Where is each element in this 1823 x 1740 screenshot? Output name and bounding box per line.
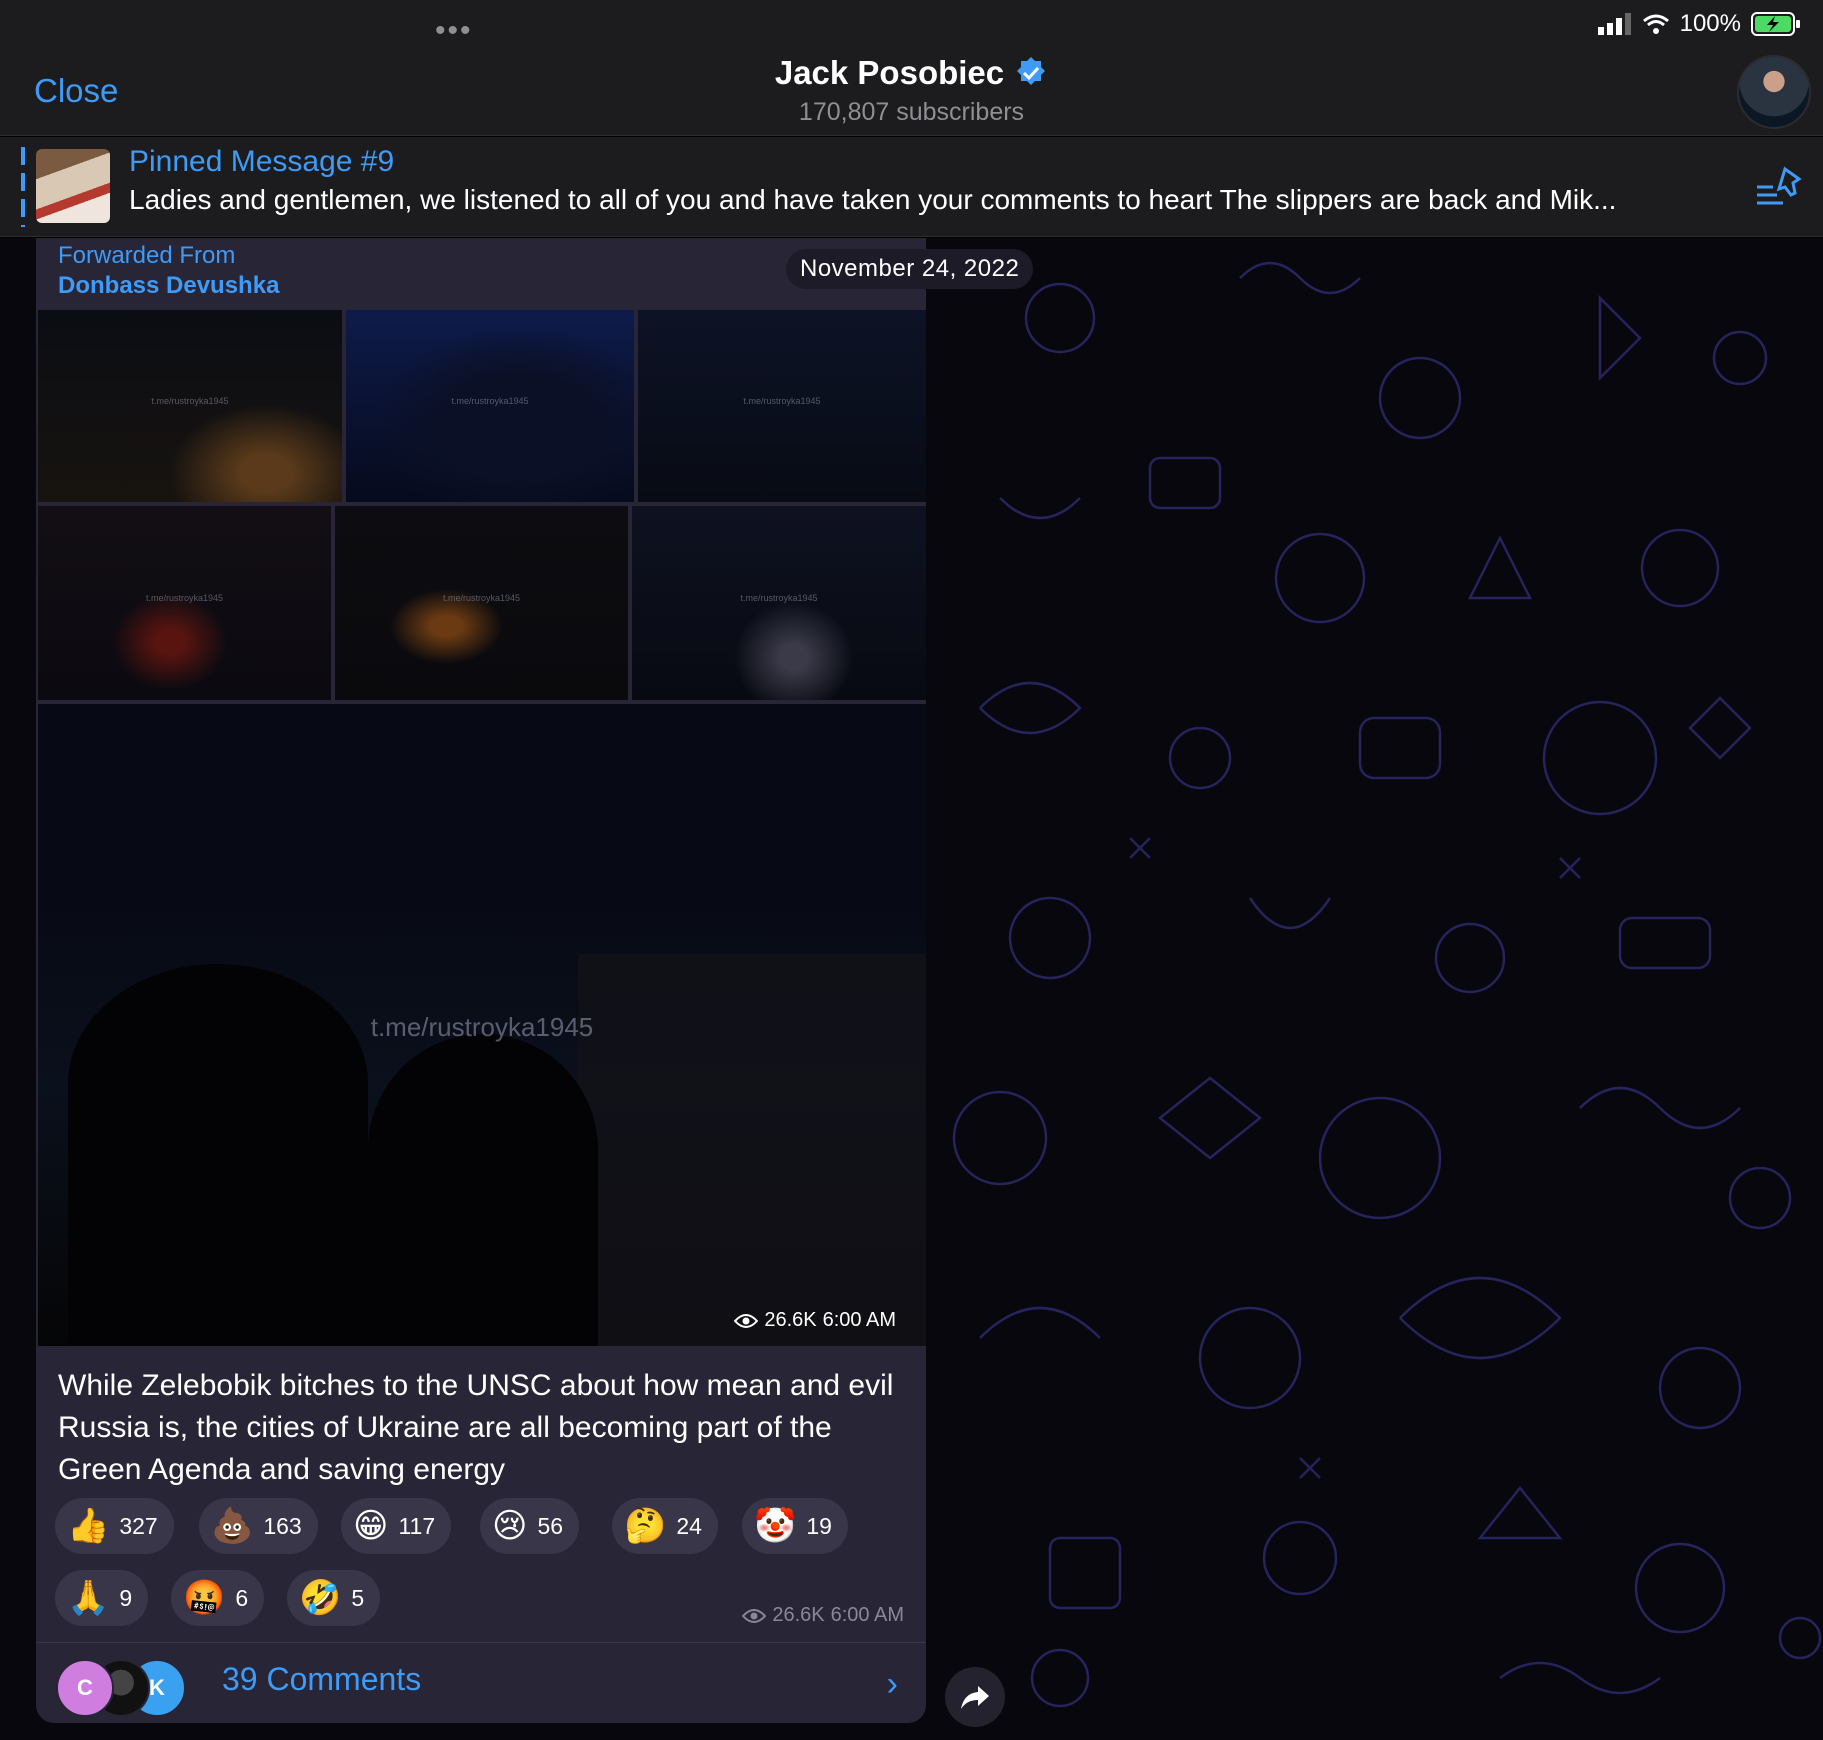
media-thumbnail[interactable]: t.me/rustroyka1945: [632, 506, 926, 700]
reaction-poop[interactable]: 💩 163: [199, 1498, 318, 1554]
media-thumbnail[interactable]: t.me/rustroyka1945: [638, 310, 926, 502]
reaction-count: 163: [263, 1512, 302, 1539]
reaction-count: 9: [119, 1584, 133, 1611]
pinned-title: Pinned Message #9: [129, 145, 395, 178]
reaction-count: 19: [806, 1512, 832, 1539]
pinned-indicator: [21, 147, 25, 227]
reaction-count: 6: [235, 1584, 249, 1611]
media-large-photo[interactable]: t.me/rustroyka1945 26.6K 6:00 AM: [38, 704, 926, 1346]
watermark-text: t.me/rustroyka1945: [145, 593, 224, 604]
battery-percentage: 100%: [1679, 10, 1741, 37]
media-thumbnail[interactable]: t.me/rustroyka1945: [335, 506, 628, 700]
channel-header[interactable]: Jack Posobiec 170,807 subscribers: [0, 54, 1823, 127]
views-eye-icon: [734, 1313, 759, 1328]
message-text: While Zelebobik bitches to the UNSC abou…: [58, 1369, 894, 1486]
watermark-text: t.me/rustroyka1945: [743, 396, 821, 407]
reaction-thinking[interactable]: 🤔 24: [612, 1498, 718, 1554]
reaction-thumbs-up[interactable]: 👍 327: [55, 1498, 174, 1554]
views-eye-icon: [742, 1608, 767, 1623]
reaction-count: 5: [351, 1584, 365, 1611]
comments-button[interactable]: C K 39 Comments ›: [36, 1642, 926, 1723]
channel-name: Jack Posobiec: [774, 54, 1005, 91]
reaction-count: 327: [119, 1512, 158, 1539]
dome-silhouette: [368, 1034, 598, 1346]
media-time: 6:00 AM: [822, 1309, 896, 1331]
media-meta-overlay: 26.6K 6:00 AM: [734, 1309, 896, 1332]
pinned-list-icon[interactable]: [1755, 165, 1803, 209]
media-view-count: 26.6K: [764, 1309, 817, 1331]
comments-count-label: 39 Comments: [222, 1661, 422, 1697]
battery-charging-icon: [1751, 12, 1800, 36]
channel-title: Jack Posobiec: [775, 54, 1048, 92]
status-bar: 100%: [1597, 10, 1801, 38]
pinned-message-bar[interactable]: Pinned Message #9 Ladies and gentlemen, …: [0, 137, 1823, 237]
watermark-text: t.me/rustroyka1945: [442, 593, 521, 604]
swearing-icon: 🤬: [183, 1579, 226, 1617]
pinned-thumbnail: [36, 149, 110, 223]
verified-badge-icon: [1017, 57, 1046, 85]
media-thumbnail[interactable]: t.me/rustroyka1945: [38, 310, 342, 502]
commenter-avatar: C: [56, 1659, 114, 1717]
chevron-right-icon: ›: [886, 1665, 898, 1703]
wifi-icon: [1642, 14, 1669, 34]
share-arrow-icon: [961, 1686, 989, 1709]
forwarded-label: Forwarded From: [58, 242, 236, 269]
pray-icon: 🙏: [67, 1579, 110, 1617]
reaction-rofl[interactable]: 🤣 5: [287, 1570, 381, 1626]
reaction-count: 56: [537, 1512, 564, 1539]
more-dots-icon[interactable]: •••: [435, 14, 473, 48]
reaction-count: 117: [398, 1512, 436, 1539]
reaction-count: 24: [676, 1512, 702, 1539]
watermark-text: t.me/rustroyka1945: [451, 396, 529, 407]
watermark-text: t.me/rustroyka1945: [740, 593, 818, 604]
view-count: 26.6K: [772, 1604, 825, 1626]
media-thumbnail[interactable]: t.me/rustroyka1945: [38, 506, 331, 700]
forwarded-source-link[interactable]: Donbass Devushka: [58, 272, 279, 300]
reaction-pray[interactable]: 🙏 9: [55, 1570, 149, 1626]
thinking-icon: 🤔: [624, 1507, 667, 1545]
reaction-grin[interactable]: 😁 117: [341, 1498, 452, 1554]
subscriber-count: 170,807 subscribers: [798, 98, 1025, 126]
reaction-swear[interactable]: 🤬 6: [171, 1570, 265, 1626]
date-separator: November 24, 2022: [786, 249, 1034, 289]
message-time: 6:00 AM: [830, 1604, 904, 1626]
reaction-clown[interactable]: 🤡 19: [742, 1498, 848, 1554]
share-button[interactable]: [945, 1667, 1005, 1727]
poop-icon: 💩: [211, 1507, 254, 1545]
media-thumbnail[interactable]: t.me/rustroyka1945: [346, 310, 634, 502]
clown-icon: 🤡: [754, 1507, 797, 1545]
navigation-bar: ••• 100% Close Jack Posobiec 170,807 sub: [0, 0, 1823, 136]
message-meta: 26.6K 6:00 AM: [742, 1604, 904, 1627]
cellular-signal-icon: [1597, 13, 1631, 35]
pinned-text: Ladies and gentlemen, we listened to all…: [129, 184, 1617, 215]
watermark-text: t.me/rustroyka1945: [151, 396, 229, 407]
reaction-cry[interactable]: 😢 56: [480, 1498, 580, 1554]
grin-icon: 😁: [353, 1507, 389, 1545]
thumbs-up-icon: 👍: [67, 1507, 110, 1545]
channel-avatar[interactable]: [1737, 55, 1811, 129]
watermark-text: t.me/rustroyka1945: [370, 1012, 594, 1043]
crying-icon: 😢: [492, 1507, 528, 1545]
rofl-icon: 🤣: [299, 1579, 342, 1617]
